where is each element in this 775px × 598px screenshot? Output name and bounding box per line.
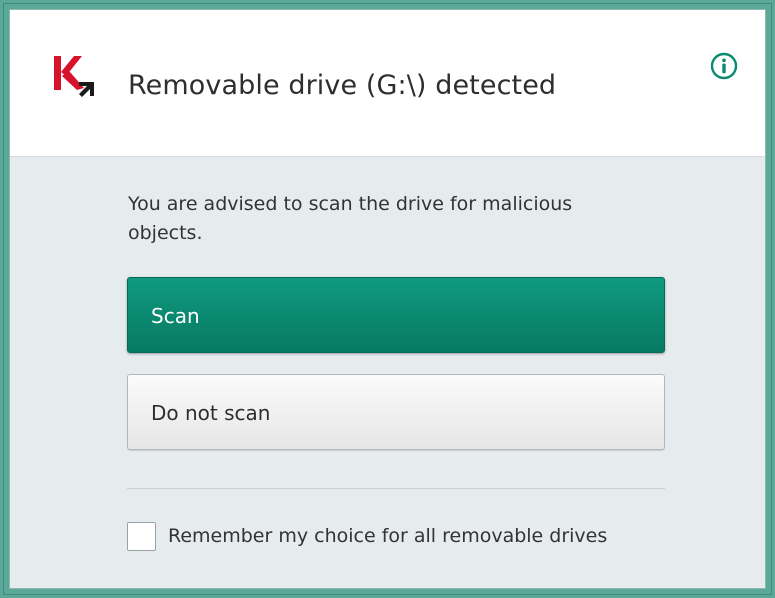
removable-drive-dialog: Removable drive (G:\) detected You are a… xyxy=(9,9,766,589)
info-icon[interactable] xyxy=(710,52,738,80)
do-not-scan-button[interactable]: Do not scan xyxy=(127,374,665,450)
dialog-title: Removable drive (G:\) detected xyxy=(128,70,557,101)
dialog-header: Removable drive (G:\) detected xyxy=(10,10,765,157)
remember-choice-row[interactable]: Remember my choice for all removable dri… xyxy=(127,520,607,552)
remember-choice-checkbox[interactable] xyxy=(127,521,156,551)
dialog-message: You are advised to scan the drive for ma… xyxy=(128,193,573,244)
scan-button[interactable]: Scan xyxy=(127,277,665,353)
divider xyxy=(127,488,665,489)
remember-choice-label: Remember my choice for all removable dri… xyxy=(168,525,608,547)
kaspersky-logo-icon xyxy=(54,56,94,97)
